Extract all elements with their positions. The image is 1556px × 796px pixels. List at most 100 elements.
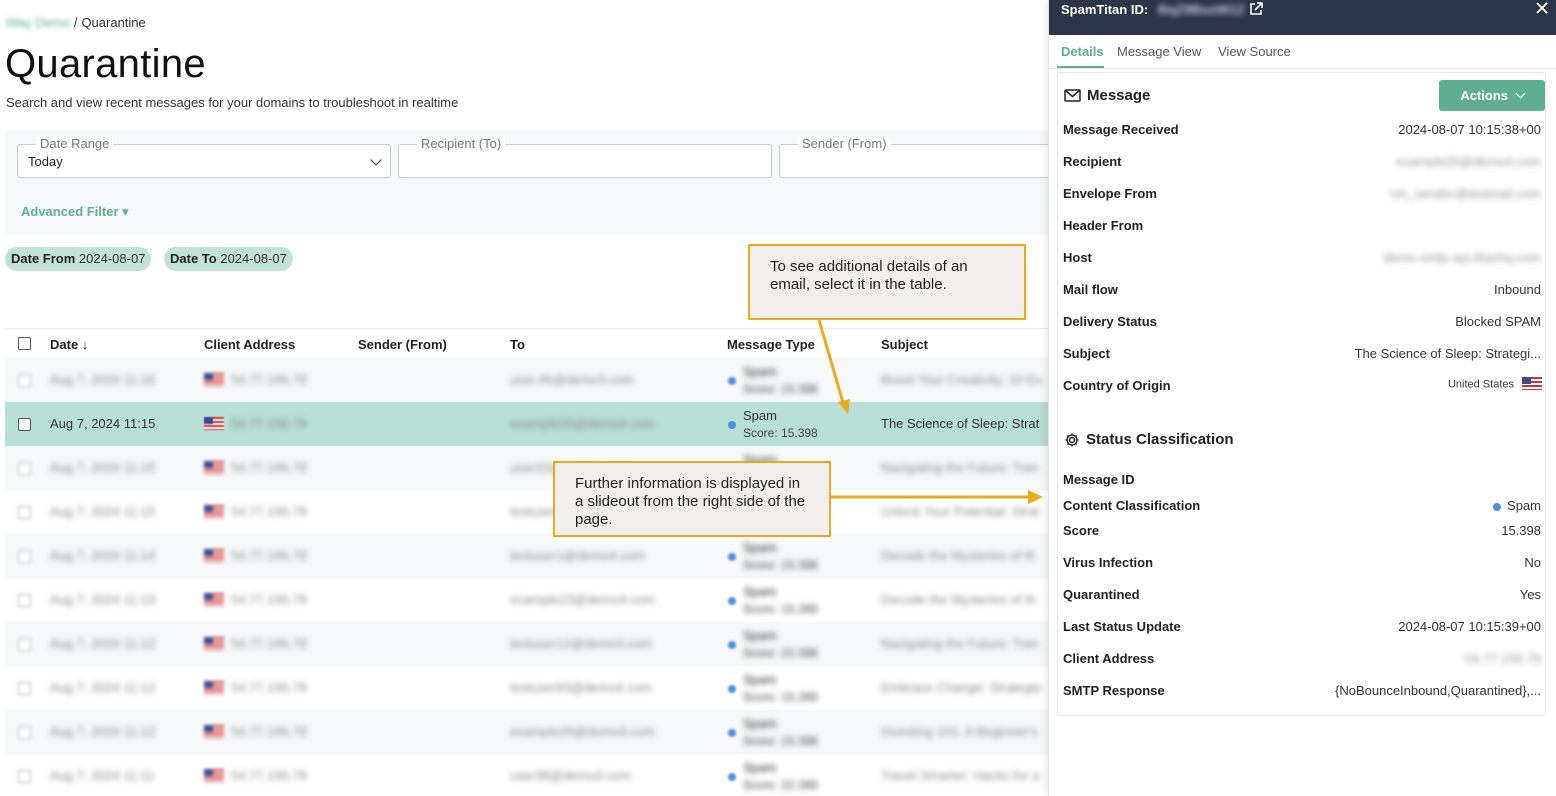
row-message-type: Spam xyxy=(743,760,777,775)
us-flag-icon xyxy=(204,725,224,738)
row-checkbox[interactable] xyxy=(18,726,31,739)
date-range-value: Today xyxy=(28,154,63,169)
external-link-icon[interactable] xyxy=(1249,2,1263,16)
row-checkbox[interactable] xyxy=(18,418,31,431)
callout-arrow-down-icon xyxy=(817,319,850,414)
field-label: Host xyxy=(1063,250,1092,265)
envelope-icon xyxy=(1064,89,1081,102)
row-score: Score: 15.398 xyxy=(743,734,818,748)
table-row[interactable]: Aug 7, 2024 11:14 54.77.156.79 testuser1@d… xyxy=(5,534,1048,578)
tab-details[interactable]: Details xyxy=(1061,44,1104,59)
slideout-header: SpamTitan ID: 8iqZ9BuoW1Z xyxy=(1049,0,1556,35)
row-to: testuser1@demo4.com xyxy=(510,548,645,563)
row-checkbox[interactable] xyxy=(18,594,31,607)
row-client-address: 54.77.156.79 xyxy=(231,548,307,563)
field-value: demo-smtp-api.titanhq.com xyxy=(1383,250,1541,265)
slideout-tabs: Details Message View View Source xyxy=(1049,35,1556,69)
row-to: example20@demo4.com xyxy=(510,416,655,431)
row-checkbox[interactable] xyxy=(18,638,31,651)
table-row[interactable]: Aug 7, 2024 11:12 54.77.156.79 testuser12@… xyxy=(5,622,1048,666)
breadcrumb-current: Quarantine xyxy=(81,15,146,30)
col-header-message-type[interactable]: Message Type xyxy=(727,337,815,352)
row-subject: Decode the Mysteries of th xyxy=(881,592,1036,607)
actions-label: Actions xyxy=(1460,88,1509,103)
row-subject: Boost Your Creativity: 10 Ex xyxy=(881,372,1043,387)
field-value: 15.398 xyxy=(1501,523,1541,538)
row-date: Aug 7, 2024 11:16 xyxy=(50,372,156,387)
field-label: Header From xyxy=(1063,218,1144,233)
row-message-type: Spam xyxy=(743,584,777,599)
row-checkbox[interactable] xyxy=(18,462,31,475)
row-client-address: 54.77.156.79 xyxy=(231,680,307,695)
col-header-sender[interactable]: Sender (From) xyxy=(358,337,447,352)
spam-dot-icon xyxy=(728,773,736,781)
callout-slideout-text: Further information is displayed in a sl… xyxy=(575,475,806,528)
table-row[interactable]: Aug 7, 2024 11:11 54.77.156.79 user38@demo… xyxy=(5,754,1048,796)
col-header-client-address[interactable]: Client Address xyxy=(204,337,295,352)
us-flag-icon xyxy=(1522,377,1542,390)
row-score: Score: 15.398 xyxy=(743,426,818,440)
close-icon[interactable] xyxy=(1535,1,1549,15)
table-row[interactable]: Aug 7, 2024 11:12 54.77.156.79 testuser93@… xyxy=(5,666,1048,710)
status-section-heading: Status Classification xyxy=(1064,431,1234,448)
sender-input[interactable]: Sender (From) xyxy=(779,137,1048,178)
breadcrumb-parent-link[interactable]: Way Demo xyxy=(6,15,70,30)
row-client-address: 54.77.156.79 xyxy=(231,372,307,387)
field-value: 2024-08-07 10:15:38+00 xyxy=(1398,122,1541,137)
col-header-date[interactable]: Date ↓ xyxy=(50,337,88,352)
row-message-type: Spam xyxy=(743,408,777,423)
country-text: United States xyxy=(1447,378,1514,391)
field-label: Last Status Update xyxy=(1063,619,1181,634)
date-range-select[interactable]: Date Range Today xyxy=(17,137,391,178)
row-date: Aug 7, 2024 11:14 xyxy=(50,548,156,563)
field-value: nm_sender@testmail.com xyxy=(1389,186,1541,201)
row-date: Aug 7, 2024 11:12 xyxy=(50,636,156,651)
filter-chip-date-from[interactable]: Date From 2024-08-07 xyxy=(5,247,152,271)
gear-icon xyxy=(1065,433,1079,446)
quarantine-page: Way Demo / Quarantine Quarantine Search … xyxy=(0,0,1048,796)
recipient-input[interactable]: Recipient (To) xyxy=(398,137,772,178)
row-checkbox[interactable] xyxy=(18,374,31,387)
table-row[interactable]: Aug 7, 2024 11:1554.77.156.79user22@demo… xyxy=(5,446,1048,490)
tab-message-view[interactable]: Message View xyxy=(1117,44,1201,59)
spam-dot-icon xyxy=(728,553,736,561)
row-checkbox[interactable] xyxy=(18,770,31,783)
us-flag-icon xyxy=(204,373,224,386)
col-header-subject[interactable]: Subject xyxy=(881,337,928,352)
field-label: SMTP Response xyxy=(1063,683,1165,698)
row-subject: Travel Smarter: Hacks for a xyxy=(881,768,1040,783)
row-subject: Decode the Mysteries of th xyxy=(881,548,1036,563)
field-label: Message ID xyxy=(1063,472,1135,487)
row-score: Score: 15.398 xyxy=(743,558,818,572)
field-label: Subject xyxy=(1063,346,1110,361)
actions-button[interactable]: Actions xyxy=(1439,80,1545,111)
us-flag-icon xyxy=(204,593,224,606)
message-details-slideout: SpamTitan ID: 8iqZ9BuoW1Z Details Messag… xyxy=(1048,0,1556,796)
active-tab-indicator xyxy=(1057,66,1104,68)
us-flag-icon xyxy=(204,461,224,474)
row-checkbox[interactable] xyxy=(18,550,31,563)
table-row[interactable]: Aug 7, 2024 11:13 54.77.156.79 example23@d… xyxy=(5,578,1048,622)
table-row[interactable]: Aug 7, 2024 11:16 54.77.156.79 user.46@dem… xyxy=(5,358,1048,402)
field-value: 2024-08-07 10:15:39+00 xyxy=(1398,619,1541,634)
callout-arrow-right-icon xyxy=(830,490,1043,504)
table-row[interactable]: Aug 7, 2024 11:12 54.77.156.79 example29@d… xyxy=(5,710,1048,754)
select-all-checkbox[interactable] xyxy=(18,337,31,350)
row-checkbox[interactable] xyxy=(18,682,31,695)
advanced-filter-toggle[interactable]: Advanced Filter ▾ xyxy=(21,204,129,220)
filter-chip-date-to[interactable]: Date To 2024-08-07 xyxy=(164,247,293,271)
chip-value: 2024-08-07 xyxy=(220,251,287,266)
tab-view-source[interactable]: View Source xyxy=(1218,44,1291,59)
row-checkbox[interactable] xyxy=(18,506,31,519)
row-subject: Investing 101: A Beginner's xyxy=(881,724,1038,739)
col-header-to[interactable]: To xyxy=(510,337,525,352)
slideout-title-label: SpamTitan ID: xyxy=(1061,2,1149,17)
us-flag-icon xyxy=(204,769,224,782)
field-label: Envelope From xyxy=(1063,186,1157,201)
row-subject: The Science of Sleep: Strat xyxy=(881,416,1040,431)
chevron-down-icon xyxy=(1515,88,1526,99)
table-row[interactable]: Aug 7, 2024 11:15 54.77.156.79 example20@d… xyxy=(5,402,1048,446)
field-label: Country of Origin xyxy=(1063,378,1171,393)
spam-dot-icon xyxy=(728,377,736,385)
row-date: Aug 7, 2024 11:15 xyxy=(50,504,156,519)
